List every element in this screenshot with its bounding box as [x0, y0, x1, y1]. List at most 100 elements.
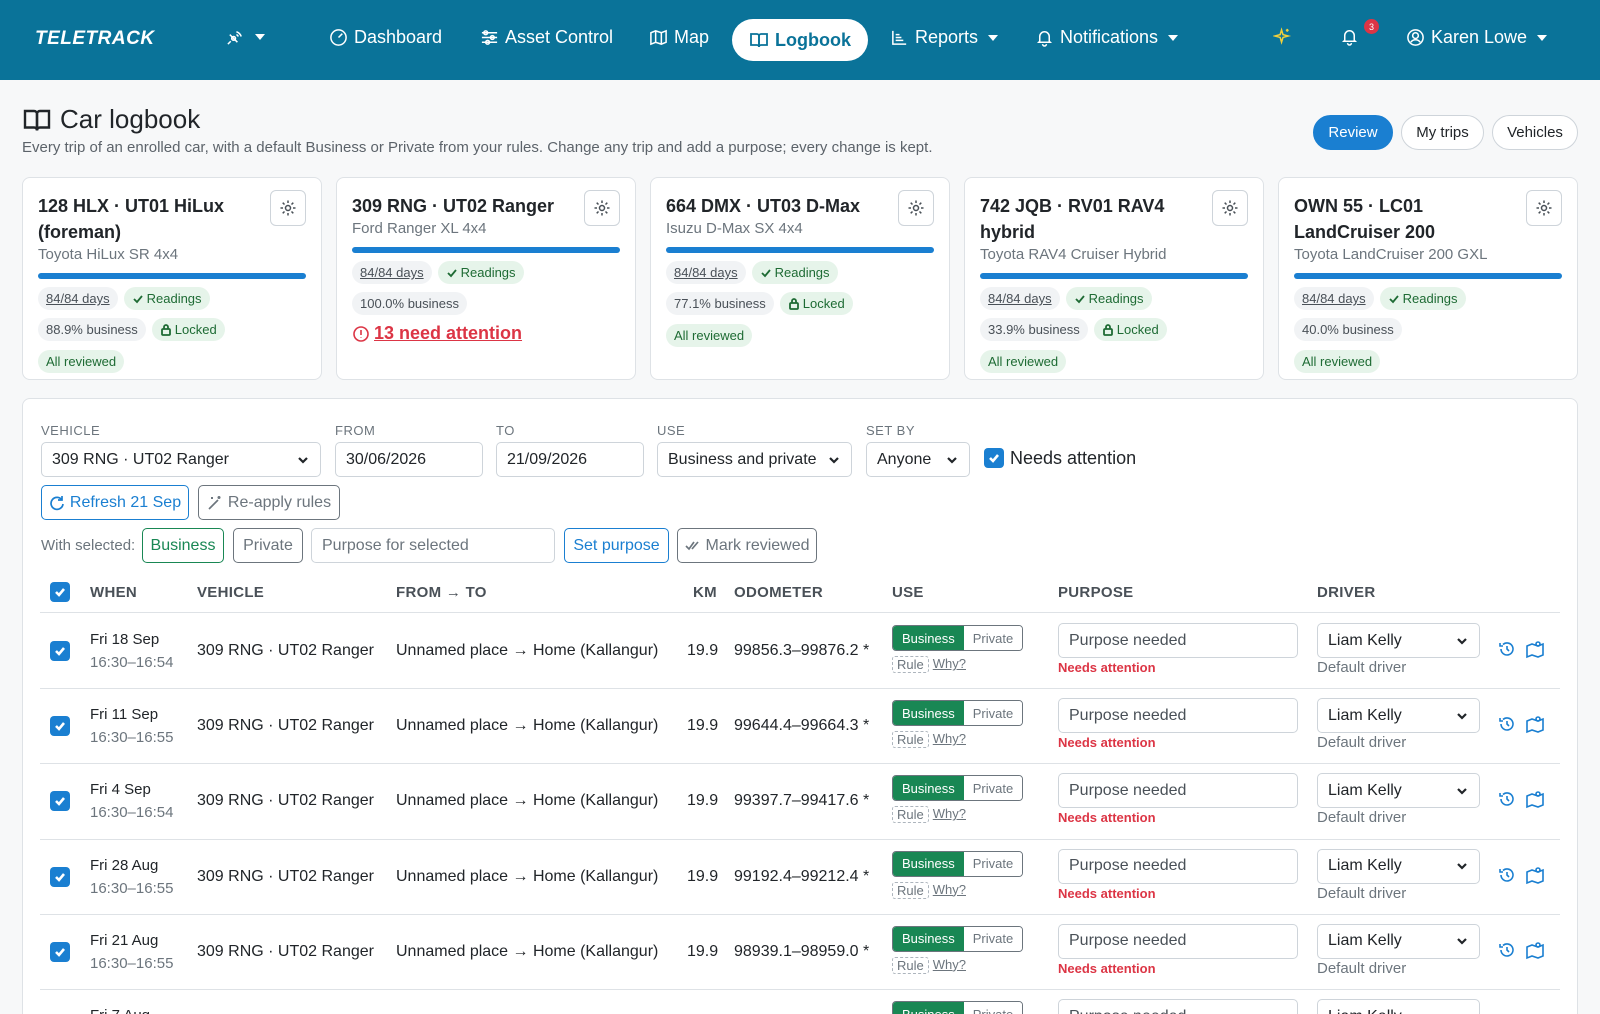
use-business-option[interactable]: Business — [893, 1002, 964, 1014]
purpose-input[interactable]: Purpose needed — [1058, 698, 1298, 734]
ai-sparkle-button[interactable] — [1273, 27, 1292, 46]
vehicle-card[interactable]: 128 HLX · UT01 HiLux (foreman) Toyota Hi… — [22, 177, 322, 380]
col-header-purpose[interactable]: PURPOSE — [1058, 584, 1133, 601]
vehicle-card[interactable]: OWN 55 · LC01 LandCruiser 200 Toyota Lan… — [1278, 177, 1578, 380]
map-route-button[interactable] — [1525, 639, 1545, 659]
why-link[interactable]: Why? — [933, 656, 966, 673]
brand-logo[interactable]: TELETRACK — [35, 28, 155, 50]
card-settings-button[interactable] — [898, 190, 934, 226]
use-private-option[interactable]: Private — [963, 776, 1023, 801]
use-private-option[interactable]: Private — [963, 926, 1023, 951]
map-route-button[interactable] — [1525, 865, 1545, 885]
driver-select[interactable]: Liam Kelly — [1317, 623, 1480, 658]
to-date-input[interactable]: 21/09/2026 — [496, 442, 644, 477]
use-private-option[interactable]: Private — [963, 701, 1023, 726]
days-chip[interactable]: 84/84 days — [352, 261, 432, 284]
days-chip[interactable]: 84/84 days — [980, 287, 1060, 310]
vehicle-filter-select[interactable]: 309 RNG · UT02 Ranger — [41, 442, 321, 477]
col-header-driver[interactable]: DRIVER — [1317, 584, 1375, 601]
driver-select[interactable]: Liam Kelly — [1317, 999, 1480, 1014]
row-select-checkbox[interactable] — [50, 641, 70, 661]
col-header-use[interactable]: USE — [892, 584, 924, 601]
use-toggle[interactable]: Business Private — [892, 925, 1024, 952]
use-toggle[interactable]: Business Private — [892, 850, 1024, 877]
days-chip[interactable]: 84/84 days — [1294, 287, 1374, 310]
why-link[interactable]: Why? — [933, 731, 966, 748]
nav-asset-control[interactable]: Asset Control — [480, 27, 613, 48]
needs-attention-link[interactable]: 13 need attention — [352, 323, 620, 344]
needs-attention-checkbox[interactable] — [984, 448, 1004, 468]
map-route-button[interactable] — [1525, 940, 1545, 960]
history-button[interactable] — [1497, 714, 1517, 734]
card-settings-button[interactable] — [1526, 190, 1562, 226]
vehicles-button[interactable]: Vehicles — [1492, 115, 1578, 150]
card-settings-button[interactable] — [584, 190, 620, 226]
driver-select[interactable]: Liam Kelly — [1317, 773, 1480, 809]
driver-select[interactable]: Liam Kelly — [1317, 923, 1480, 959]
use-business-option[interactable]: Business — [893, 626, 964, 650]
setby-filter-select[interactable]: Anyone — [866, 442, 970, 477]
row-select-checkbox[interactable] — [50, 941, 70, 962]
user-menu[interactable]: Karen Lowe — [1406, 27, 1548, 48]
my-trips-button[interactable]: My trips — [1401, 115, 1484, 150]
gps-menu[interactable] — [226, 27, 265, 46]
history-button[interactable] — [1497, 789, 1517, 809]
card-settings-button[interactable] — [1212, 190, 1248, 226]
use-private-option[interactable]: Private — [963, 1002, 1023, 1014]
row-select-checkbox[interactable] — [50, 791, 70, 812]
nav-reports[interactable]: Reports — [890, 27, 999, 48]
use-private-option[interactable]: Private — [963, 626, 1023, 650]
review-button[interactable]: Review — [1313, 115, 1393, 150]
purpose-input[interactable]: Purpose needed — [1058, 848, 1298, 884]
refresh-button[interactable]: Refresh 21 Sep — [41, 485, 189, 520]
vehicle-card[interactable]: 742 JQB · RV01 RAV4 hybrid Toyota RAV4 C… — [964, 177, 1264, 380]
purpose-input[interactable]: Purpose needed — [1058, 773, 1298, 809]
bulk-purpose-input[interactable]: Purpose for selected — [311, 528, 555, 563]
nav-dashboard[interactable]: Dashboard — [329, 27, 442, 48]
col-header-odometer[interactable]: ODOMETER — [734, 584, 823, 601]
use-toggle[interactable]: Business Private — [892, 775, 1024, 802]
from-date-input[interactable]: 30/06/2026 — [335, 442, 483, 477]
vehicle-card[interactable]: 309 RNG · UT02 Ranger Ford Ranger XL 4x4… — [336, 177, 636, 380]
driver-select[interactable]: Liam Kelly — [1317, 698, 1480, 734]
reapply-rules-button[interactable]: Re-apply rules — [198, 485, 340, 520]
history-button[interactable] — [1497, 940, 1517, 960]
use-business-option[interactable]: Business — [893, 926, 964, 951]
set-purpose-button[interactable]: Set purpose — [564, 528, 669, 563]
row-select-checkbox[interactable] — [50, 866, 70, 887]
nav-notifications[interactable]: Notifications — [1035, 27, 1179, 48]
history-button[interactable] — [1497, 639, 1517, 659]
map-route-button[interactable] — [1525, 714, 1545, 734]
col-header-when[interactable]: WHEN — [90, 584, 137, 601]
purpose-input[interactable]: Purpose needed — [1058, 999, 1298, 1014]
driver-select[interactable]: Liam Kelly — [1317, 848, 1480, 884]
use-business-option[interactable]: Business — [893, 851, 964, 876]
col-header-vehicle[interactable]: VEHICLE — [197, 584, 264, 601]
col-header-km[interactable]: KM — [693, 584, 717, 601]
row-select-checkbox[interactable] — [50, 716, 70, 737]
needs-attention-label[interactable]: Needs attention — [1010, 448, 1136, 469]
use-toggle[interactable]: Business Private — [892, 1001, 1024, 1014]
notifications-bell-button[interactable] — [1340, 27, 1359, 46]
use-business-option[interactable]: Business — [893, 701, 964, 726]
why-link[interactable]: Why? — [933, 882, 966, 899]
map-route-button[interactable] — [1525, 789, 1545, 809]
purpose-input[interactable]: Purpose needed — [1058, 923, 1298, 959]
use-toggle[interactable]: Business Private — [892, 700, 1024, 727]
nav-logbook[interactable]: Logbook — [732, 19, 868, 61]
purpose-input[interactable]: Purpose needed — [1058, 623, 1298, 658]
use-filter-select[interactable]: Business and private — [657, 442, 852, 477]
nav-map[interactable]: Map — [649, 27, 709, 48]
vehicle-card[interactable]: 664 DMX · UT03 D-Max Isuzu D-Max SX 4x4 … — [650, 177, 950, 380]
use-toggle[interactable]: Business Private — [892, 625, 1024, 651]
days-chip[interactable]: 84/84 days — [666, 261, 746, 284]
card-settings-button[interactable] — [270, 190, 306, 226]
use-business-option[interactable]: Business — [893, 776, 964, 801]
history-button[interactable] — [1497, 865, 1517, 885]
use-private-option[interactable]: Private — [963, 851, 1023, 876]
select-all-checkbox[interactable] — [50, 582, 70, 602]
bulk-business-button[interactable]: Business — [142, 528, 224, 563]
why-link[interactable]: Why? — [933, 806, 966, 823]
mark-reviewed-button[interactable]: Mark reviewed — [677, 528, 817, 563]
why-link[interactable]: Why? — [933, 957, 966, 974]
